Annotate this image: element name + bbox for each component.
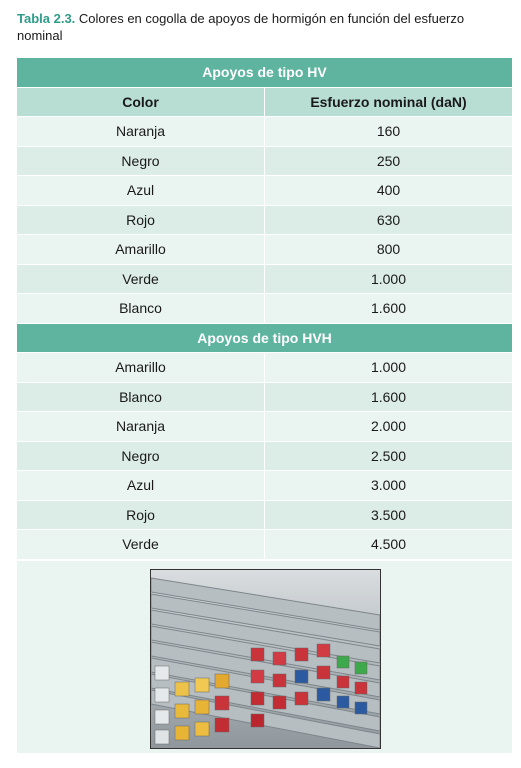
image-panel: [17, 561, 512, 753]
table-row: Naranja 2.000: [17, 411, 512, 442]
table-caption: Tabla 2.3. Colores en cogolla de apoyos …: [17, 10, 512, 44]
cell-color: Rojo: [17, 500, 265, 530]
cell-value: 3.500: [264, 500, 512, 530]
cell-value: 1.600: [264, 382, 512, 412]
cell-value: 250: [264, 146, 512, 176]
cell-value: 4.500: [264, 529, 512, 560]
table-row: Blanco 1.600: [17, 293, 512, 324]
table-row: Verde 1.000: [17, 264, 512, 294]
column-header-esfuerzo: Esfuerzo nominal (daN): [264, 87, 512, 117]
table-row: Negro 2.500: [17, 441, 512, 471]
table-row: Amarillo 800: [17, 234, 512, 265]
cell-color: Rojo: [17, 205, 265, 235]
section-header-hv: Apoyos de tipo HV: [17, 58, 512, 88]
table-row: Azul 3.000: [17, 470, 512, 501]
cell-value: 160: [264, 116, 512, 147]
section-title-hvh: Apoyos de tipo HVH: [17, 323, 512, 353]
cell-color: Amarillo: [17, 234, 265, 265]
table-row: Rojo 630: [17, 205, 512, 235]
cell-value: 3.000: [264, 470, 512, 501]
table-row: Negro 250: [17, 146, 512, 176]
table-row: Naranja 160: [17, 116, 512, 147]
cell-color: Naranja: [17, 116, 265, 147]
cell-color: Amarillo: [17, 352, 265, 383]
cell-color: Naranja: [17, 411, 265, 442]
concrete-supports-illustration: [151, 570, 380, 748]
table-row: Amarillo 1.000: [17, 352, 512, 383]
cell-color: Verde: [17, 264, 265, 294]
cell-color: Blanco: [17, 382, 265, 412]
cell-value: 2.000: [264, 411, 512, 442]
cell-value: 2.500: [264, 441, 512, 471]
table-row: Verde 4.500: [17, 529, 512, 560]
cell-value: 630: [264, 205, 512, 235]
cell-color: Negro: [17, 146, 265, 176]
cell-value: 800: [264, 234, 512, 265]
cell-color: Blanco: [17, 293, 265, 324]
cell-value: 1.600: [264, 293, 512, 324]
column-header-row: Color Esfuerzo nominal (daN): [17, 87, 512, 117]
concrete-supports-photo: [150, 569, 381, 749]
cell-color: Azul: [17, 175, 265, 206]
cell-value: 1.000: [264, 264, 512, 294]
support-colors-table: Apoyos de tipo HV Color Esfuerzo nominal…: [17, 58, 512, 560]
caption-label: Tabla 2.3.: [17, 11, 76, 26]
cell-value: 400: [264, 175, 512, 206]
section-header-hvh: Apoyos de tipo HVH: [17, 323, 512, 353]
table-row: Blanco 1.600: [17, 382, 512, 412]
table-row: Rojo 3.500: [17, 500, 512, 530]
cell-color: Negro: [17, 441, 265, 471]
table-row: Azul 400: [17, 175, 512, 206]
cell-color: Azul: [17, 470, 265, 501]
cell-value: 1.000: [264, 352, 512, 383]
column-header-color: Color: [17, 87, 265, 117]
cell-color: Verde: [17, 529, 265, 560]
caption-text: Colores en cogolla de apoyos de hormigón…: [17, 11, 465, 43]
section-title-hv: Apoyos de tipo HV: [17, 58, 512, 88]
